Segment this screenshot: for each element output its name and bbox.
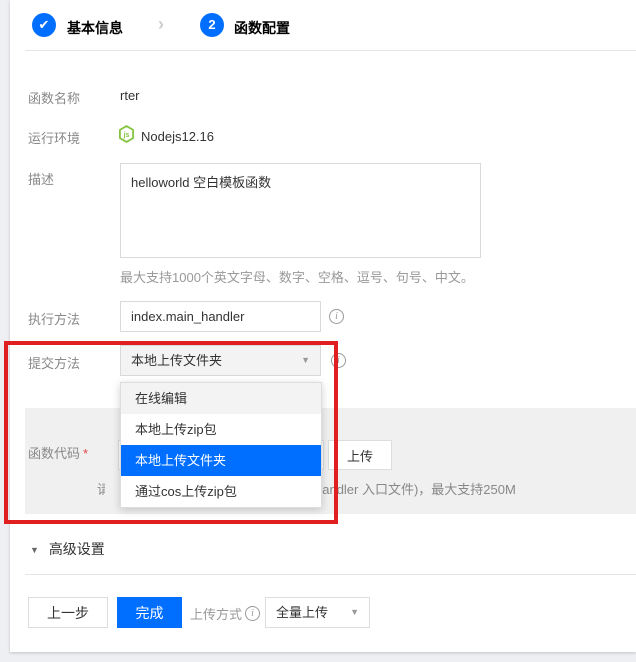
- required-asterisk: *: [83, 446, 88, 461]
- step1-label: 基本信息: [67, 18, 123, 38]
- svg-text:js: js: [123, 132, 130, 139]
- runtime-value-row: js Nodejs12.16: [118, 125, 214, 148]
- advanced-settings-label: 高级设置: [49, 541, 105, 557]
- finish-button[interactable]: 完成: [117, 597, 182, 628]
- handler-info-icon[interactable]: i: [329, 309, 344, 324]
- step2-number-circle: 2: [200, 13, 224, 37]
- nodejs-icon: js: [118, 125, 135, 148]
- footer-divider: [25, 574, 636, 575]
- function-name-value: rter: [120, 88, 140, 103]
- submit-method-label: 提交方法: [28, 353, 80, 372]
- submit-method-select[interactable]: 本地上传文件夹 ▼: [120, 345, 321, 376]
- submit-method-selected-value: 本地上传文件夹: [131, 353, 222, 368]
- step1-done-circle[interactable]: ✔: [32, 13, 56, 37]
- function-code-hint: handler 入口文件)，最大支持250M: [315, 479, 516, 498]
- upload-mode-info-icon[interactable]: i: [245, 606, 260, 621]
- description-textarea[interactable]: helloworld 空白模板函数: [120, 163, 481, 258]
- collapse-triangle-icon: ▼: [30, 545, 39, 555]
- upload-mode-select[interactable]: 全量上传 ▼: [265, 597, 370, 628]
- runtime-label: 运行环境: [28, 128, 80, 147]
- upload-mode-label: 上传方式 i: [190, 604, 260, 623]
- dropdown-option-online-edit[interactable]: 在线编辑: [121, 383, 321, 414]
- description-label: 描述: [28, 169, 54, 188]
- handler-label: 执行方法: [28, 309, 80, 328]
- function-code-hint-clipped: 请: [97, 479, 105, 495]
- submit-method-dropdown: 在线编辑 本地上传zip包 本地上传文件夹 通过cos上传zip包: [120, 382, 322, 508]
- handler-input[interactable]: [120, 301, 321, 332]
- function-code-label: 函数代码*: [28, 443, 88, 462]
- runtime-value: Nodejs12.16: [141, 129, 214, 144]
- function-name-label: 函数名称: [28, 88, 80, 107]
- check-icon: ✔: [39, 17, 50, 32]
- dropdown-option-local-folder[interactable]: 本地上传文件夹: [121, 445, 321, 476]
- previous-step-button[interactable]: 上一步: [28, 597, 108, 628]
- step2-label: 函数配置: [234, 18, 290, 38]
- advanced-settings-toggle[interactable]: ▼ 高级设置: [30, 539, 105, 559]
- upload-button[interactable]: 上传: [328, 440, 392, 470]
- upload-mode-selected-value: 全量上传: [276, 605, 328, 620]
- dropdown-option-local-zip[interactable]: 本地上传zip包: [121, 414, 321, 445]
- header-divider: [25, 50, 636, 51]
- function-config-panel: ✔ 基本信息 › 2 函数配置 函数名称 rter 运行环境 js Nodejs…: [10, 0, 636, 652]
- dropdown-option-cos-zip[interactable]: 通过cos上传zip包: [121, 476, 321, 507]
- chevron-right-icon: ›: [158, 14, 164, 35]
- caret-down-icon: ▼: [301, 346, 310, 375]
- submit-method-info-icon[interactable]: i: [331, 353, 346, 368]
- description-hint: 最大支持1000个英文字母、数字、空格、逗号、句号、中文。: [120, 267, 474, 286]
- step-indicator: ✔ 基本信息 › 2 函数配置: [10, 0, 636, 50]
- caret-down-icon: ▼: [350, 598, 359, 627]
